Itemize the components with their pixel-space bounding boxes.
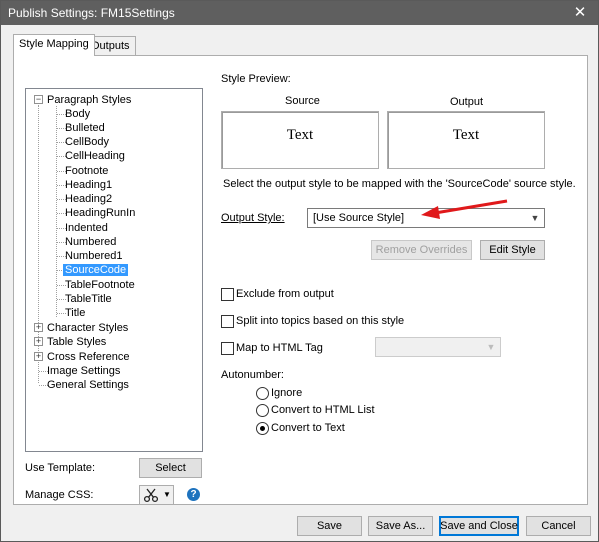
source-label: Source: [285, 95, 320, 107]
selected-label: SourceCode: [63, 264, 129, 276]
expand-icon[interactable]: +: [34, 323, 43, 332]
mapping-instruction: Select the output style to be mapped wit…: [223, 178, 576, 190]
split-topics-label: Split into topics based on this style: [236, 315, 405, 327]
tree-item[interactable]: Bulleted: [65, 121, 105, 135]
use-template-label: Use Template:: [25, 462, 96, 474]
tree-item[interactable]: Numbered1: [65, 249, 122, 263]
tree-item[interactable]: Indented: [65, 221, 108, 235]
html-tag-dropdown[interactable]: ▼: [375, 337, 501, 357]
cancel-button[interactable]: Cancel: [526, 516, 591, 536]
tree-item-general-settings[interactable]: General Settings: [47, 378, 129, 392]
tree-item[interactable]: Body: [65, 107, 90, 121]
title-bar: Publish Settings: FM15Settings ✕: [1, 1, 598, 25]
close-icon[interactable]: ✕: [562, 1, 598, 25]
chevron-down-icon: ▼: [486, 342, 496, 352]
chevron-down-icon: ▼: [163, 490, 171, 499]
chevron-down-icon: ▼: [530, 213, 540, 223]
style-preview-heading: Style Preview:: [221, 73, 291, 85]
collapse-icon[interactable]: −: [34, 95, 43, 104]
style-tree[interactable]: − Paragraph Styles Body Bulleted CellBod…: [25, 88, 203, 452]
tree-item[interactable]: CellHeading: [65, 149, 125, 163]
tree-item[interactable]: Footnote: [65, 164, 108, 178]
publish-settings-dialog: Publish Settings: FM15Settings ✕ Style M…: [0, 0, 599, 542]
tree-item[interactable]: CellBody: [65, 135, 109, 149]
tree-item-cross-reference[interactable]: Cross Reference: [47, 350, 130, 364]
help-icon[interactable]: ?: [187, 488, 200, 501]
autonumber-ignore-radio[interactable]: [256, 387, 269, 400]
save-button[interactable]: Save: [297, 516, 362, 536]
output-style-label-text: Output Style:: [221, 212, 285, 224]
tree-item[interactable]: TableFootnote: [65, 278, 135, 292]
tree-item-selected[interactable]: SourceCode: [63, 263, 129, 277]
tab-style-mapping[interactable]: Style Mapping: [13, 34, 95, 56]
exclude-from-output-label: Exclude from output: [236, 288, 334, 300]
tree-item[interactable]: TableTitle: [65, 292, 112, 306]
tree-item[interactable]: HeadingRunIn: [65, 206, 135, 220]
manage-css-label: Manage CSS:: [25, 489, 94, 501]
save-and-close-button[interactable]: Save and Close: [439, 516, 519, 536]
exclude-from-output-checkbox[interactable]: [221, 288, 234, 301]
autonumber-html-list-label: Convert to HTML List: [271, 404, 375, 416]
remove-overrides-button[interactable]: Remove Overrides: [371, 240, 472, 260]
save-as-button[interactable]: Save As...: [368, 516, 433, 536]
output-preview: Text: [387, 111, 545, 169]
expand-icon[interactable]: +: [34, 352, 43, 361]
tree-item-image-settings[interactable]: Image Settings: [47, 364, 120, 378]
annotation-arrow: [421, 199, 508, 219]
map-html-tag-label: Map to HTML Tag: [236, 342, 323, 354]
autonumber-text-label: Convert to Text: [271, 422, 345, 434]
source-preview: Text: [221, 111, 379, 169]
tree-item-paragraph-styles[interactable]: Paragraph Styles: [47, 93, 131, 107]
output-label: Output: [450, 96, 484, 108]
map-html-tag-checkbox[interactable]: [221, 342, 234, 355]
select-button[interactable]: Select: [139, 458, 202, 478]
split-topics-checkbox[interactable]: [221, 315, 234, 328]
edit-style-button[interactable]: Edit Style: [480, 240, 545, 260]
tree-item-character-styles[interactable]: Character Styles: [47, 321, 128, 335]
tree-item-table-styles[interactable]: Table Styles: [47, 335, 106, 349]
autonumber-text-radio[interactable]: [256, 422, 269, 435]
output-style-value: [Use Source Style]: [313, 212, 405, 224]
tree-item[interactable]: Numbered: [65, 235, 116, 249]
output-style-label: Output Style:: [221, 212, 285, 224]
tree-item[interactable]: Heading1: [65, 178, 112, 192]
scissors-icon: [143, 487, 159, 509]
tree-item[interactable]: Title: [65, 306, 85, 320]
autonumber-html-list-radio[interactable]: [256, 404, 269, 417]
manage-css-button[interactable]: ▼: [139, 485, 174, 505]
window-title: Publish Settings: FM15Settings: [8, 6, 175, 20]
autonumber-ignore-label: Ignore: [271, 387, 303, 399]
autonumber-label: Autonumber:: [221, 369, 284, 381]
tree-item[interactable]: Heading2: [65, 192, 112, 206]
expand-icon[interactable]: +: [34, 337, 43, 346]
